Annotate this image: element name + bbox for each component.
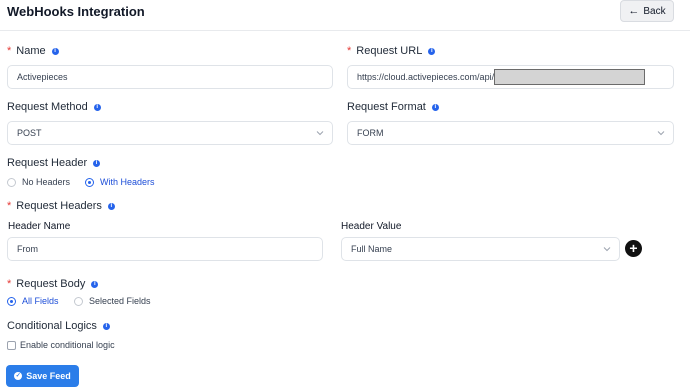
request-header-label: Request Header i: [7, 157, 101, 169]
request-url-value: https://cloud.activepieces.com/api/: [357, 72, 495, 82]
radio-no-headers[interactable]: No Headers: [7, 177, 70, 187]
request-method-value: POST: [17, 128, 42, 138]
request-url-label-text: Request URL: [356, 45, 423, 57]
enable-conditional-logic-checkbox[interactable]: [7, 341, 16, 350]
radio-circle-selected[interactable]: [85, 177, 94, 187]
request-headers-label: * Request Headers i: [7, 200, 115, 212]
request-url-label: * Request URL i: [347, 45, 436, 57]
header-value-select[interactable]: Full Name: [341, 237, 620, 261]
radio-circle[interactable]: [74, 296, 83, 306]
info-icon: i: [93, 159, 101, 167]
required-marker: *: [7, 45, 12, 57]
name-label: * Name i: [7, 45, 59, 57]
save-feed-button[interactable]: ✓ Save Feed: [6, 365, 79, 387]
request-header-label-text: Request Header: [7, 157, 88, 169]
required-marker: *: [7, 200, 12, 212]
request-method-label-text: Request Method: [7, 101, 88, 113]
request-body-label: * Request Body i: [7, 278, 99, 290]
chevron-down-icon: [657, 131, 665, 136]
header-name-column-label: Header Name: [8, 221, 71, 232]
save-feed-label: Save Feed: [26, 371, 71, 381]
check-circle-icon: ✓: [14, 372, 23, 380]
request-format-select[interactable]: FORM: [347, 121, 674, 145]
request-url-input[interactable]: https://cloud.activepieces.com/api/: [347, 65, 674, 89]
chevron-down-icon: [603, 247, 611, 252]
request-format-value: FORM: [357, 128, 384, 138]
back-button[interactable]: ← Back: [620, 0, 674, 22]
info-icon: i: [102, 322, 110, 330]
radio-selected-fields[interactable]: Selected Fields: [74, 296, 151, 306]
name-label-text: Name: [16, 45, 46, 57]
request-format-label-text: Request Format: [347, 101, 426, 113]
arrow-left-icon: ←: [628, 4, 640, 17]
radio-circle[interactable]: [7, 177, 16, 187]
header-name-value: From: [17, 244, 38, 254]
page-title: WebHooks Integration: [7, 4, 145, 19]
radio-label: With Headers: [100, 177, 155, 187]
info-icon: i: [51, 47, 59, 55]
radio-all-fields[interactable]: All Fields: [7, 296, 59, 306]
info-icon: i: [93, 103, 101, 111]
radio-circle-selected[interactable]: [7, 296, 16, 306]
name-input-value: Activepieces: [17, 72, 68, 82]
back-button-label: Back: [643, 5, 666, 17]
enable-conditional-logic-label[interactable]: Enable conditional logic: [20, 340, 115, 350]
name-input[interactable]: Activepieces: [7, 65, 333, 89]
info-icon: i: [107, 202, 115, 210]
info-icon: i: [428, 47, 436, 55]
plus-icon: +: [629, 240, 638, 256]
radio-label: Selected Fields: [89, 296, 151, 306]
header-name-select[interactable]: From: [7, 237, 323, 261]
required-marker: *: [7, 278, 12, 290]
info-icon: i: [91, 280, 99, 288]
info-icon: i: [431, 103, 439, 111]
header-value-column-label: Header Value: [341, 221, 402, 232]
header-divider: [0, 30, 690, 31]
request-body-label-text: Request Body: [16, 278, 86, 290]
radio-label: All Fields: [22, 296, 59, 306]
request-headers-label-text: Request Headers: [16, 200, 102, 212]
conditional-logics-label-text: Conditional Logics: [7, 320, 97, 332]
radio-with-headers[interactable]: With Headers: [85, 177, 155, 187]
chevron-down-icon: [316, 131, 324, 136]
header-value-value: Full Name: [351, 244, 393, 254]
request-format-label: Request Format i: [347, 101, 439, 113]
radio-label: No Headers: [22, 177, 71, 187]
add-header-button[interactable]: +: [625, 240, 642, 257]
request-method-label: Request Method i: [7, 101, 101, 113]
request-method-select[interactable]: POST: [7, 121, 333, 145]
required-marker: *: [347, 45, 352, 57]
redacted-url-segment: [494, 69, 646, 85]
conditional-logics-label: Conditional Logics i: [7, 320, 110, 332]
